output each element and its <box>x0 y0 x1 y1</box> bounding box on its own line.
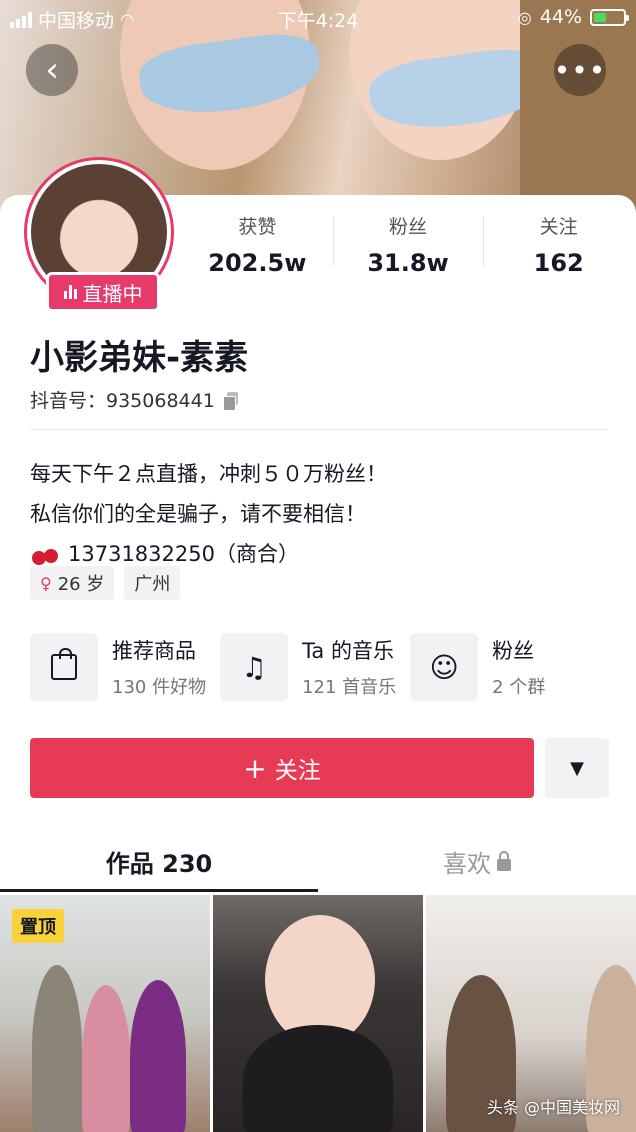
watermark: 头条 @中国美妆网 <box>486 1098 620 1117</box>
more-button[interactable]: ••• <box>554 44 606 96</box>
tag-city: 广州 <box>124 566 181 600</box>
feature-products[interactable]: 推荐商品 130 件好物 <box>30 633 206 701</box>
back-button[interactable]: ‹ <box>26 44 78 96</box>
chevron-left-icon: ‹ <box>45 50 59 90</box>
feature-fan-groups[interactable]: ☺ 粉丝 2 个群 <box>410 633 545 701</box>
cherry-icon <box>30 539 60 565</box>
feature-title: Ta 的音乐 <box>302 639 394 663</box>
feature-subtitle: 121 首音乐 <box>302 677 397 698</box>
caret-down-icon: ▼ <box>570 757 584 779</box>
plus-icon: + <box>243 751 267 785</box>
feature-row: 推荐商品 130 件好物 ♫ Ta 的音乐 121 首音乐 ☺ 粉丝 2 个群 <box>30 633 636 701</box>
follow-button-label: 关注 <box>274 758 321 784</box>
feature-subtitle: 130 件好物 <box>112 677 207 698</box>
more-dots-icon: ••• <box>553 53 607 87</box>
feature-title: 粉丝 <box>492 639 535 663</box>
stat-value: 162 <box>533 249 584 277</box>
douyin-id-row: 抖音号：935068441 <box>30 386 239 413</box>
female-icon: ♀ <box>40 573 52 593</box>
stat-followers[interactable]: 粉丝 31.8w <box>332 212 484 282</box>
stat-label: 粉丝 <box>389 216 428 238</box>
tab-likes[interactable]: 喜欢 <box>318 830 636 892</box>
stat-label: 获赞 <box>238 216 277 238</box>
tag-age: ♀ 26 岁 <box>30 566 115 600</box>
bio-contact: 13731832250（商合） <box>68 542 299 566</box>
battery-percent: 44% <box>539 6 582 28</box>
tag-label: 广州 <box>134 574 171 595</box>
feature-title: 推荐商品 <box>112 639 196 663</box>
profile-tabs: 作品 230 喜欢 <box>0 830 636 892</box>
status-bar: 中国移动 ◠ 下午4:24 ◎ 44% <box>0 0 636 34</box>
thumb-person <box>32 965 82 1132</box>
douyin-id: 抖音号：935068441 <box>30 390 215 412</box>
live-bars-icon <box>63 285 77 299</box>
profile-stats: 获赞 202.5w 粉丝 31.8w 关注 162 <box>182 212 634 282</box>
stat-value: 31.8w <box>367 249 449 277</box>
stat-following[interactable]: 关注 162 <box>483 212 634 282</box>
fan-group-icon: ☺ <box>410 633 479 701</box>
shopping-bag-icon-box <box>30 633 98 701</box>
thumb-person <box>130 980 186 1132</box>
live-badge-label: 直播中 <box>82 281 143 306</box>
feature-text: 粉丝 2 个群 <box>492 635 545 699</box>
music-note-icon: ♫ <box>220 633 289 701</box>
feature-text: 推荐商品 130 件好物 <box>112 635 206 699</box>
copy-icon[interactable] <box>222 391 239 411</box>
tab-likes-label: 喜欢 <box>443 850 491 878</box>
bio-line: 私信你们的全是骗子，请不要相信！ <box>30 502 366 526</box>
bio: 每天下午２点直播，冲刺５０万粉丝！ 私信你们的全是骗子，请不要相信！ 13731… <box>30 454 387 574</box>
recommend-dropdown-button[interactable]: ▼ <box>545 738 609 798</box>
follow-button[interactable]: + 关注 <box>30 738 534 798</box>
feature-music[interactable]: ♫ Ta 的音乐 121 首音乐 <box>220 633 396 701</box>
nickname: 小影弟妹-素素 <box>30 338 249 378</box>
profile-tags: ♀ 26 岁 广州 <box>30 566 181 600</box>
feature-text: Ta 的音乐 121 首音乐 <box>302 635 396 699</box>
video-thumbnail[interactable] <box>213 895 423 1132</box>
status-right: ◎ 44% <box>517 6 629 28</box>
lock-icon <box>497 851 511 871</box>
divider <box>30 429 608 430</box>
stat-value: 202.5w <box>208 249 307 277</box>
feature-subtitle: 2 个群 <box>492 677 546 698</box>
live-badge[interactable]: 直播中 <box>46 272 160 312</box>
shopping-bag-icon <box>51 648 77 680</box>
thumb-person <box>243 1025 393 1132</box>
video-grid: 置顶 头条 @中国美妆网 <box>0 895 636 1132</box>
stat-likes[interactable]: 获赞 202.5w <box>182 212 333 282</box>
bio-line: 每天下午２点直播，冲刺５０万粉丝！ <box>30 462 387 486</box>
tag-label: 26 岁 <box>57 574 105 595</box>
thumb-person <box>82 985 130 1132</box>
video-thumbnail[interactable]: 置顶 <box>0 895 210 1132</box>
orientation-lock-icon: ◎ <box>517 7 532 27</box>
stat-label: 关注 <box>539 216 578 238</box>
video-thumbnail[interactable]: 头条 @中国美妆网 <box>426 895 636 1132</box>
tab-works[interactable]: 作品 230 <box>0 830 318 892</box>
pinned-badge: 置顶 <box>12 909 64 943</box>
battery-icon <box>590 8 629 26</box>
